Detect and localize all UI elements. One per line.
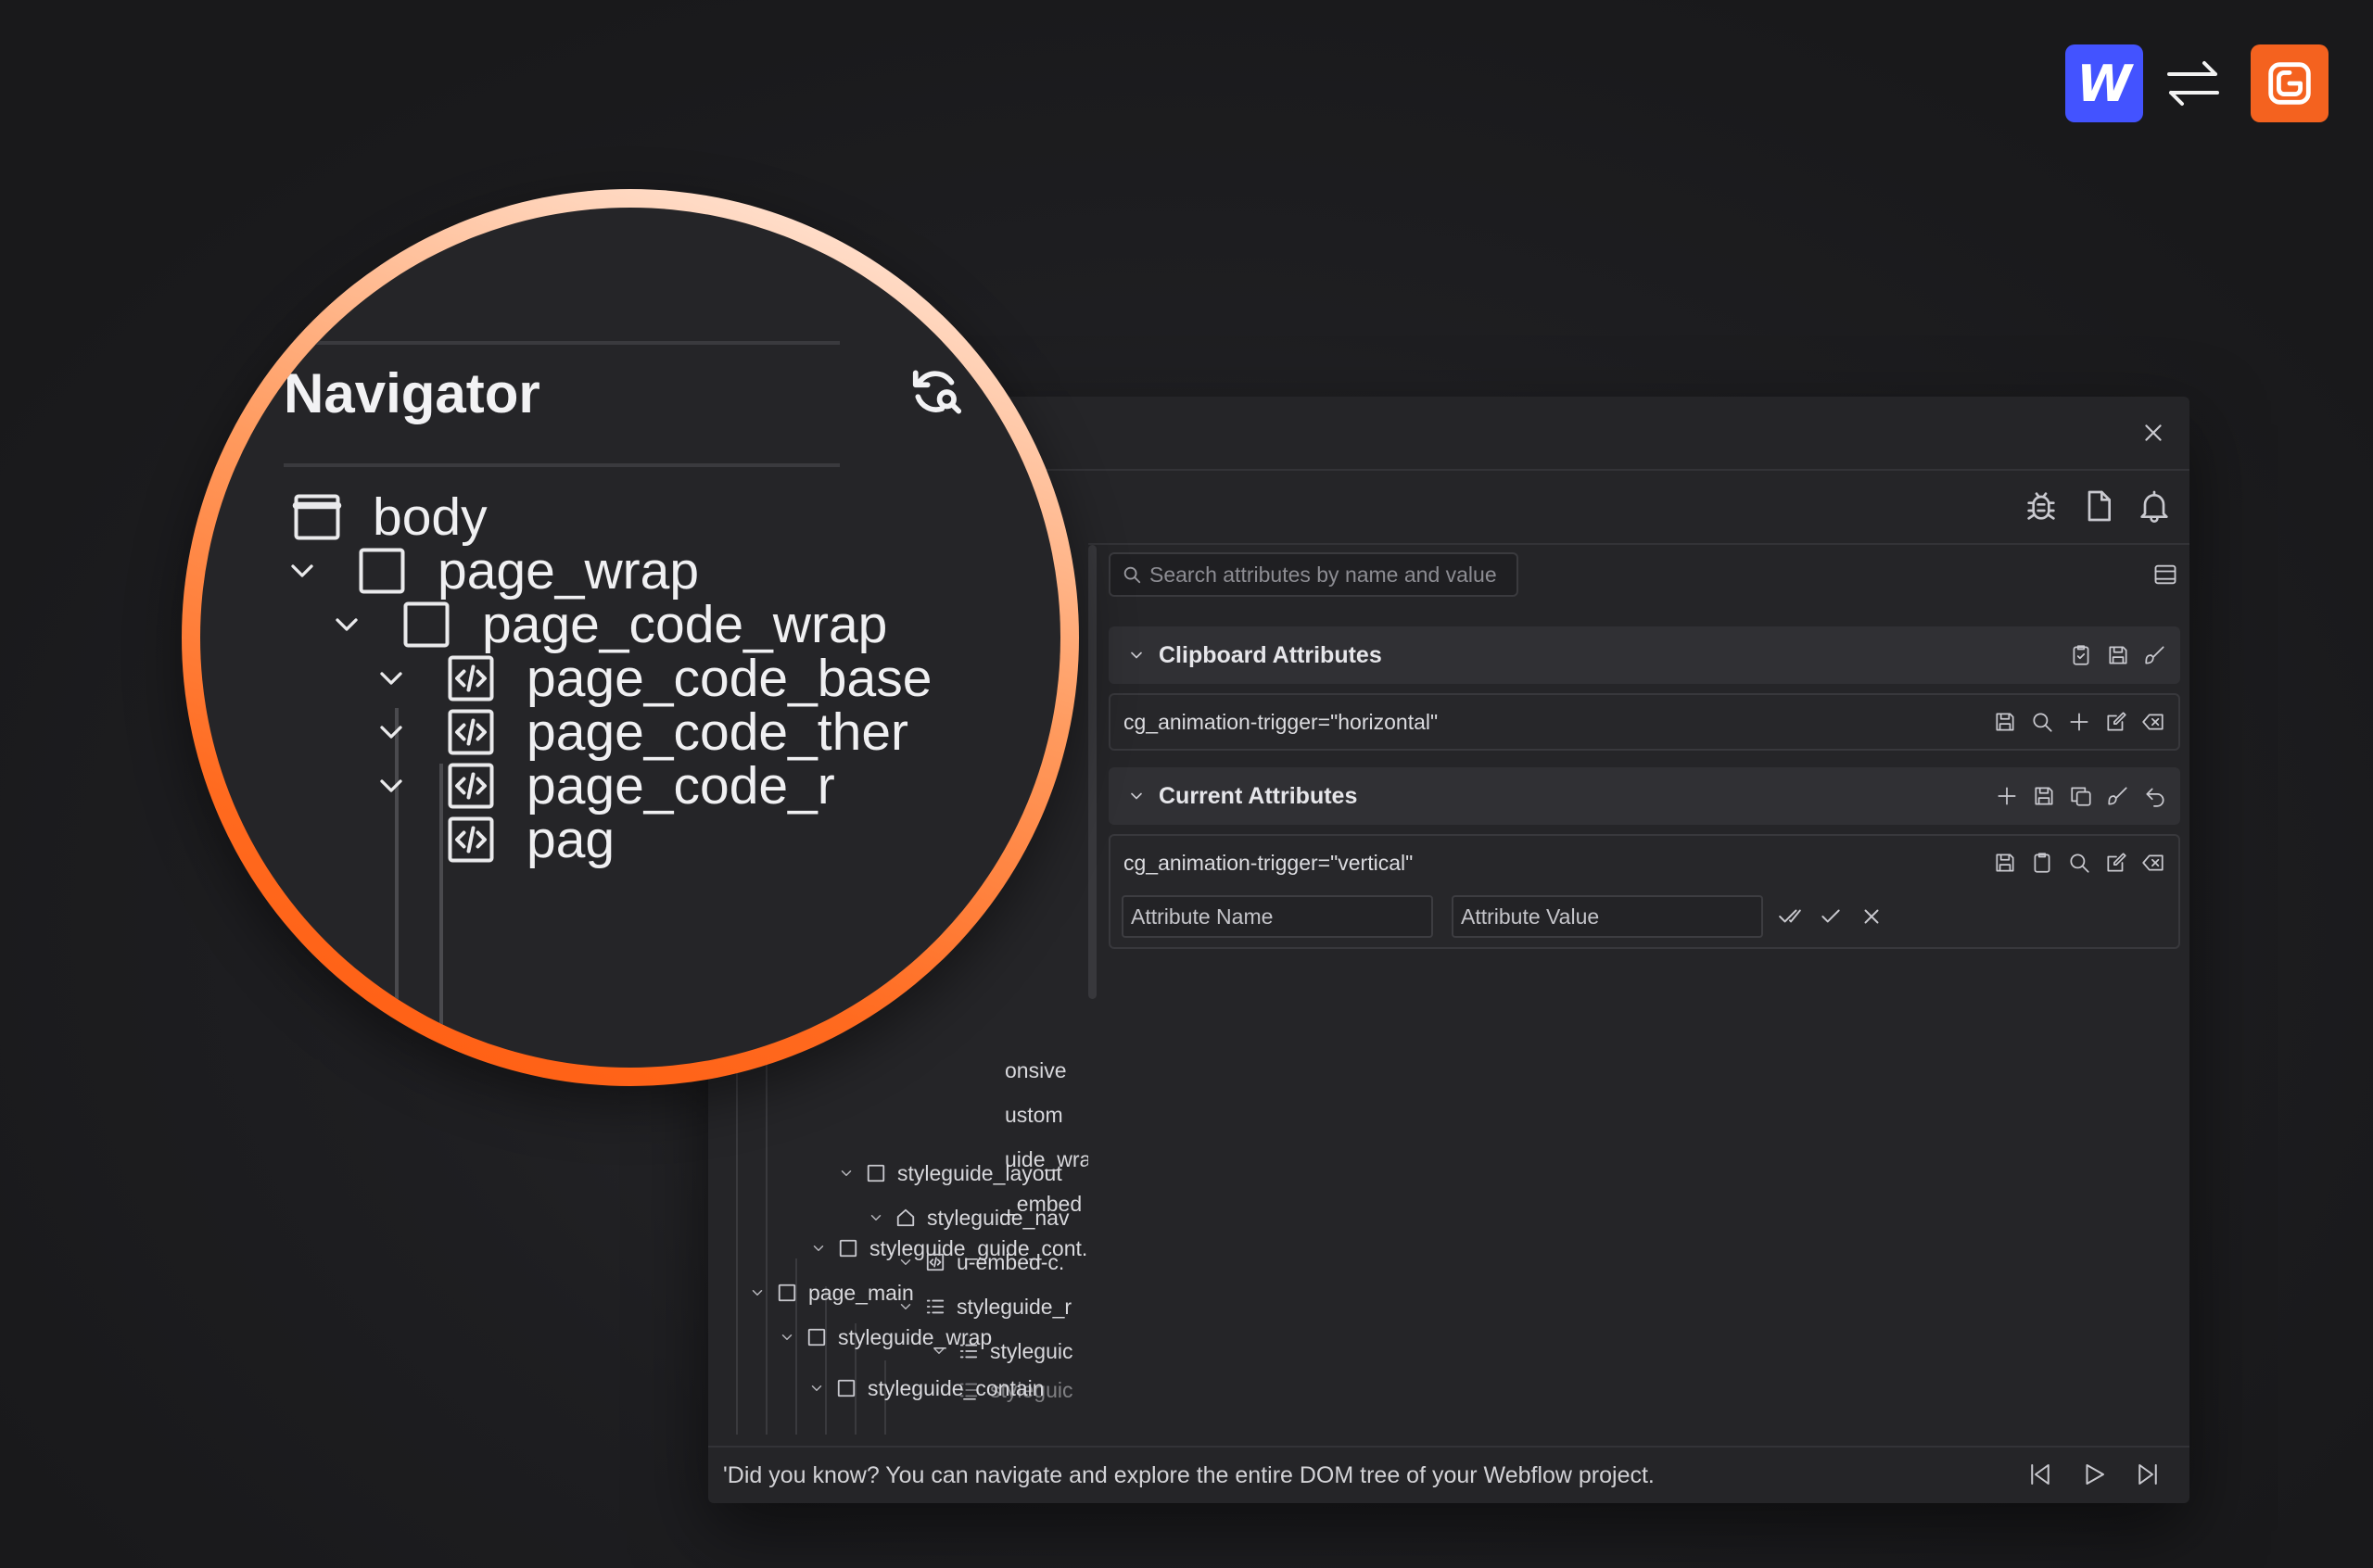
tree-item[interactable]: styleguide_wrap: [779, 1317, 992, 1358]
panel-layout-icon[interactable]: [2152, 562, 2178, 588]
box-icon: [778, 1283, 796, 1302]
bug-icon[interactable]: [2023, 487, 2060, 525]
chevron-down-icon[interactable]: [373, 714, 410, 751]
tree-item-label: ustom: [1005, 1102, 1063, 1127]
delete-icon[interactable]: [2141, 710, 2165, 734]
lens-tree-item[interactable]: pag: [443, 803, 615, 877]
swap-arrows-icon: [2164, 54, 2223, 113]
tip-footer: 'Did you know? You can navigate and expl…: [708, 1446, 2189, 1503]
close-icon[interactable]: [2141, 421, 2165, 445]
tree-scrollbar[interactable]: [1088, 545, 1097, 999]
divider: [284, 341, 840, 345]
search-icon[interactable]: [2067, 851, 2091, 875]
play-icon[interactable]: [2080, 1461, 2108, 1488]
clipboard-check-icon[interactable]: [2069, 643, 2093, 667]
tree-item-label: styleguide_wrap: [838, 1324, 993, 1349]
check-all-icon[interactable]: [1778, 904, 1802, 929]
tree-item[interactable]: ustom: [1005, 1094, 1063, 1135]
app-logo: [2251, 44, 2329, 122]
chevron-down-icon[interactable]: [328, 606, 365, 643]
attribute-value: cg_animation-trigger="horizontal": [1123, 710, 1439, 734]
attribute-search-input[interactable]: Search attributes by name and value: [1109, 552, 1518, 597]
tree-item[interactable]: uide_wrap: [1005, 1139, 1088, 1180]
tip-text: 'Did you know? You can navigate and expl…: [723, 1461, 1655, 1488]
save-icon[interactable]: [2032, 784, 2056, 808]
chevron-down-icon[interactable]: [810, 1240, 827, 1257]
search-icon: [1123, 566, 1141, 584]
code-icon: [448, 816, 494, 863]
refresh-search-icon[interactable]: [908, 363, 966, 421]
attribute-value: cg_animation-trigger="vertical": [1123, 851, 1414, 875]
tree-item-label: _embed: [1005, 1191, 1083, 1216]
plus-icon[interactable]: [2067, 710, 2091, 734]
chevron-down-icon[interactable]: [749, 1284, 766, 1301]
save-icon[interactable]: [2106, 643, 2130, 667]
tree-item[interactable]: styleguide_contain: [808, 1368, 1045, 1409]
tree-item-label: onsive: [1005, 1057, 1067, 1082]
tree-item[interactable]: onsive: [1005, 1050, 1066, 1091]
edit-icon[interactable]: [2104, 851, 2128, 875]
current-attributes-section[interactable]: Current Attributes: [1109, 767, 2180, 825]
tree-item-label: pag: [527, 810, 615, 869]
section-title: Clipboard Attributes: [1159, 641, 1382, 668]
tree-item-label: page_main: [808, 1280, 914, 1305]
attribute-value-input[interactable]: Attribute Value: [1452, 895, 1763, 938]
save-icon[interactable]: [1993, 851, 2017, 875]
tree-item[interactable]: _embed: [1005, 1183, 1082, 1224]
cancel-icon[interactable]: [1859, 904, 1884, 929]
tree-item[interactable]: styleguide_guide_cont..: [810, 1228, 1088, 1269]
webflow-logo: W: [2065, 44, 2143, 122]
magnifier-lens: Navigator body page_wrap page_code_wrap …: [200, 208, 1060, 1068]
box-icon: [839, 1239, 857, 1258]
navigator-title: Navigator: [284, 362, 540, 424]
check-icon[interactable]: [1819, 904, 1843, 929]
skip-forward-icon[interactable]: [2134, 1461, 2162, 1488]
save-icon[interactable]: [1993, 710, 2017, 734]
bell-icon[interactable]: [2136, 487, 2173, 525]
field-placeholder: Attribute Value: [1461, 904, 1600, 929]
edit-icon[interactable]: [2104, 710, 2128, 734]
chevron-down-icon[interactable]: [1127, 646, 1146, 664]
box-icon: [807, 1328, 826, 1347]
skip-back-icon[interactable]: [2026, 1461, 2054, 1488]
brush-icon[interactable]: [2143, 643, 2167, 667]
clipboard-icon[interactable]: [2030, 851, 2054, 875]
file-icon[interactable]: [2080, 487, 2117, 525]
chevron-down-icon[interactable]: [1127, 787, 1146, 805]
field-placeholder: Attribute Name: [1131, 904, 1274, 929]
plus-icon[interactable]: [1995, 784, 2019, 808]
chevron-down-icon[interactable]: [808, 1380, 825, 1397]
clipboard-attribute-row[interactable]: cg_animation-trigger="horizontal": [1109, 693, 2180, 751]
chevron-down-icon[interactable]: [779, 1329, 795, 1346]
section-title: Current Attributes: [1159, 782, 1358, 809]
tree-item-label: styleguide_contain: [868, 1375, 1045, 1400]
divider: [1088, 543, 2189, 545]
search-placeholder: Search attributes by name and value: [1149, 562, 1497, 587]
tree-item[interactable]: page_main: [749, 1272, 914, 1313]
undo-icon[interactable]: [2143, 784, 2167, 808]
divider: [284, 463, 840, 467]
delete-icon[interactable]: [2141, 851, 2165, 875]
box-icon: [837, 1379, 856, 1397]
chevron-down-icon[interactable]: [373, 767, 410, 804]
chevron-down-icon[interactable]: [373, 660, 410, 697]
copy-icon[interactable]: [2069, 784, 2093, 808]
chevron-down-icon[interactable]: [284, 552, 321, 589]
brush-icon[interactable]: [2106, 784, 2130, 808]
tree-item-label: styleguide_guide_cont..: [869, 1235, 1088, 1260]
clipboard-attributes-section[interactable]: Clipboard Attributes: [1109, 626, 2180, 684]
search-icon[interactable]: [2030, 710, 2054, 734]
attribute-name-input[interactable]: Attribute Name: [1122, 895, 1433, 938]
tree-item-label: uide_wrap: [1005, 1146, 1088, 1171]
current-attribute-row[interactable]: cg_animation-trigger="vertical" Attribut…: [1109, 834, 2180, 949]
